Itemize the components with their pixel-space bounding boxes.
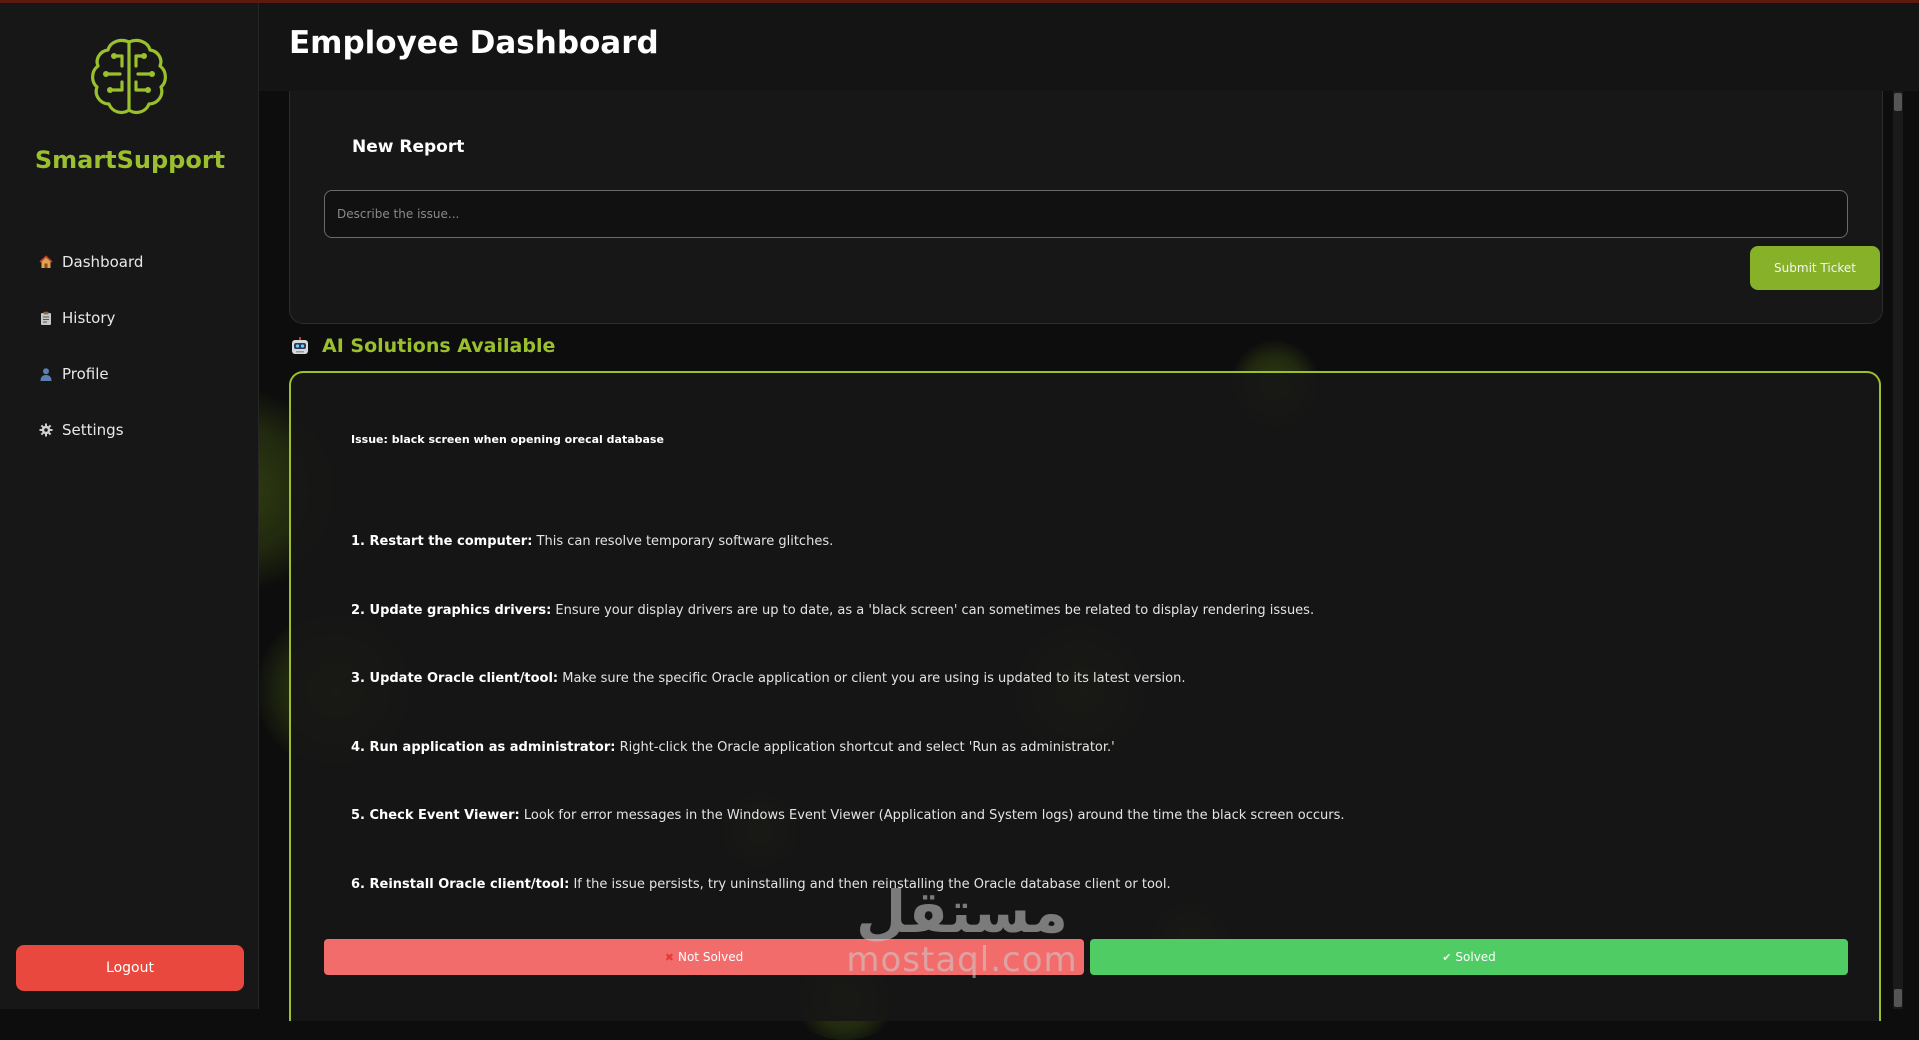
step-text: Right-click the Oracle application short…	[615, 739, 1115, 755]
sidebar-nav: Dashboard History Profile Settings	[38, 234, 238, 458]
scroll-up-arrow[interactable]	[1894, 93, 1902, 111]
clipboard-icon	[38, 310, 54, 326]
step-text: If the issue persists, try uninstalling …	[569, 876, 1171, 892]
robot-icon	[292, 337, 308, 354]
solved-label: Solved	[1455, 950, 1496, 964]
new-report-card: New Report Submit Ticket	[289, 91, 1883, 324]
page-title: Employee Dashboard	[289, 25, 659, 61]
main-scrollbar[interactable]	[1893, 91, 1903, 1009]
step-title: 3. Update Oracle client/tool:	[351, 671, 559, 686]
step-text: Ensure your display drivers are up to da…	[551, 602, 1315, 618]
user-icon	[38, 366, 54, 382]
solution-step: 4. Run application as administrator: Rig…	[351, 739, 1851, 808]
new-report-title: New Report	[352, 137, 465, 157]
step-text: Make sure the specific Oracle applicatio…	[558, 671, 1186, 686]
brain-circuit-logo-icon	[91, 38, 167, 115]
step-title: 6. Reinstall Oracle client/tool:	[351, 876, 570, 892]
house-icon	[38, 254, 54, 270]
logout-button[interactable]: Logout	[16, 945, 244, 991]
solution-step: 2. Update graphics drivers: Ensure your …	[351, 602, 1851, 671]
solution-step: 5. Check Event Viewer: Look for error me…	[351, 807, 1851, 876]
solution-step: 6. Reinstall Oracle client/tool: If the …	[351, 876, 1851, 945]
sidebar-item-label: Settings	[62, 421, 124, 439]
step-text: Look for error messages in the Windows E…	[519, 808, 1345, 823]
check-mark-icon: ✔	[1442, 951, 1452, 964]
step-title: 1. Restart the computer:	[351, 534, 533, 549]
issue-summary: Issue: black screen when opening orecal …	[351, 433, 664, 446]
sidebar-item-profile[interactable]: Profile	[38, 346, 238, 402]
step-title: 2. Update graphics drivers:	[351, 602, 552, 618]
ai-solutions-heading-text: AI Solutions Available	[322, 335, 556, 357]
cross-mark-icon: ✖	[664, 951, 674, 964]
gear-icon	[38, 422, 54, 438]
page-header: Employee Dashboard	[259, 3, 1919, 91]
solved-button[interactable]: ✔ Solved	[1090, 939, 1848, 975]
sidebar-item-label: History	[62, 309, 116, 327]
ai-solution-card: Issue: black screen when opening orecal …	[289, 371, 1881, 1021]
submit-ticket-button[interactable]: Submit Ticket	[1750, 246, 1880, 290]
sidebar-item-dashboard[interactable]: Dashboard	[38, 234, 238, 290]
not-solved-button[interactable]: ✖ Not Solved	[324, 939, 1084, 975]
solution-step: 1. Restart the computer: This can resolv…	[351, 533, 1851, 602]
main-content: New Report Submit Ticket AI Solutions Av…	[259, 91, 1889, 1021]
feedback-buttons: ✖ Not Solved ✔ Solved	[324, 939, 1848, 975]
sidebar: SmartSupport Dashboard History Profile S…	[0, 0, 259, 1009]
brand-name: SmartSupport	[34, 146, 226, 174]
not-solved-label: Not Solved	[677, 950, 744, 964]
sidebar-item-label: Dashboard	[62, 253, 144, 271]
scroll-down-arrow[interactable]	[1894, 989, 1902, 1007]
issue-description-input[interactable]	[324, 190, 1848, 238]
step-title: 4. Run application as administrator:	[351, 739, 616, 755]
step-text: This can resolve temporary software glit…	[532, 534, 834, 549]
step-title: 5. Check Event Viewer:	[351, 808, 520, 823]
ai-solutions-heading: AI Solutions Available	[290, 335, 555, 357]
solution-steps: 1. Restart the computer: This can resolv…	[351, 533, 1851, 944]
top-border	[0, 0, 1919, 3]
solution-step: 3. Update Oracle client/tool: Make sure …	[351, 670, 1851, 739]
sidebar-item-history[interactable]: History	[38, 290, 238, 346]
app-root: SmartSupport Dashboard History Profile S…	[0, 0, 1919, 1040]
sidebar-item-settings[interactable]: Settings	[38, 402, 238, 458]
sidebar-item-label: Profile	[62, 365, 109, 383]
